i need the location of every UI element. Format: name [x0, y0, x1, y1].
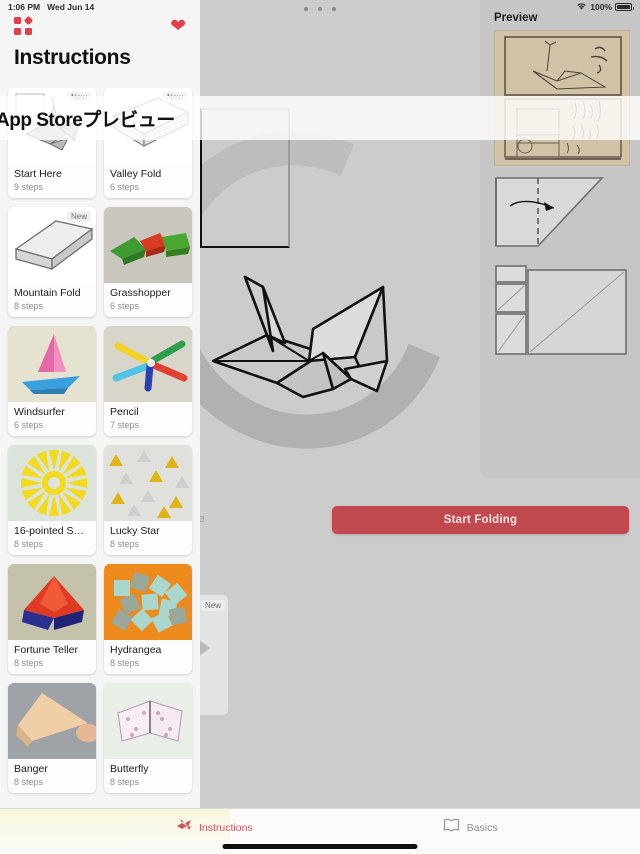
- card-meta: Valley Fold 6 steps: [104, 164, 192, 192]
- card-steps: 6 steps: [14, 420, 44, 430]
- card-meta: Butterfly 8 steps: [104, 759, 192, 787]
- instruction-card[interactable]: Windsurfer 6 steps: [8, 326, 96, 436]
- crane-icon: [176, 818, 192, 837]
- sidebar-header: ❤ Instructions: [0, 0, 200, 70]
- card-steps: 8 steps: [14, 539, 44, 549]
- windsurfer-photo: [8, 326, 96, 402]
- instruction-card[interactable]: Banger 8 steps: [8, 683, 96, 793]
- drag-handle-dots[interactable]: [304, 5, 336, 13]
- card-steps: 6 steps: [110, 301, 140, 311]
- card-steps: 8 steps: [110, 658, 140, 668]
- card-title: Windsurfer: [14, 406, 65, 418]
- preview-panel: Preview: [480, 0, 640, 478]
- card-meta: Hydrangea 8 steps: [104, 640, 192, 668]
- card-meta: Windsurfer 6 steps: [8, 402, 96, 430]
- card-meta: Grasshopper 6 steps: [104, 283, 192, 311]
- card-title: 16-pointed S…: [14, 525, 85, 537]
- card-title: Grasshopper: [110, 287, 171, 299]
- tab-bar: Instructions Basics: [0, 808, 640, 854]
- card-steps: 6 steps: [110, 182, 140, 192]
- card-meta: 16-pointed S… 8 steps: [8, 521, 96, 549]
- app-store-preview-label: App Storeプレビュー: [0, 109, 175, 131]
- card-steps: 8 steps: [14, 301, 44, 311]
- fortune-teller-photo: [8, 564, 96, 640]
- card-meta: Pencil 7 steps: [104, 402, 192, 430]
- fold-diagram-step-2: [494, 264, 630, 356]
- card-steps: 8 steps: [110, 539, 140, 549]
- instruction-card[interactable]: Lucky Star 8 steps: [104, 445, 192, 555]
- tab-instructions[interactable]: Instructions: [176, 818, 253, 837]
- fold-diagram-step-1: [494, 176, 630, 252]
- card-steps: 8 steps: [14, 658, 44, 668]
- instruction-card-grid[interactable]: New Start Here9 stepsNew Valley Fold6 st…: [0, 88, 200, 854]
- card-title: Lucky Star: [110, 525, 160, 537]
- grid-icon[interactable]: [14, 15, 34, 35]
- card-title: Pencil: [110, 406, 139, 418]
- card-meta: Banger 8 steps: [8, 759, 96, 787]
- card-steps: 7 steps: [110, 420, 140, 430]
- card-title: Mountain Fold: [14, 287, 81, 299]
- instruction-card[interactable]: Butterfly 8 steps: [104, 683, 192, 793]
- grasshopper-photo: [104, 207, 192, 283]
- badge-new: New: [66, 211, 91, 222]
- card-title: Hydrangea: [110, 644, 162, 656]
- heart-icon[interactable]: ❤: [170, 17, 186, 36]
- tab-basics[interactable]: Basics: [443, 818, 498, 837]
- preview-title: Preview: [494, 12, 538, 24]
- instruction-card[interactable]: Fortune Teller 8 steps: [8, 564, 96, 674]
- pencil-photo: [104, 326, 192, 402]
- page-title: Instructions: [14, 46, 131, 69]
- instruction-card[interactable]: New Mountain Fold 8 steps: [8, 207, 96, 317]
- card-steps: 8 steps: [110, 777, 140, 787]
- card-title: Butterfly: [110, 763, 149, 775]
- sixteen-point-star-photo: [8, 445, 96, 521]
- card-steps: 8 steps: [14, 777, 44, 787]
- butterfly-photo: [104, 683, 192, 759]
- home-indicator[interactable]: [222, 844, 418, 849]
- card-steps: 9 steps: [14, 182, 44, 192]
- hydrangea-photo: [104, 564, 192, 640]
- card-title: Start Here: [14, 168, 62, 180]
- badge-new: New: [200, 600, 225, 611]
- card-meta: Start Here 9 steps: [8, 164, 96, 192]
- tab-basics-label: Basics: [466, 821, 498, 834]
- app-store-preview-overlay: App Storeプレビュー: [0, 96, 640, 140]
- app-root: le New Preview Start Folding ❤ Instructi…: [0, 0, 640, 854]
- lucky-star-photo: [104, 445, 192, 521]
- book-icon: [443, 818, 460, 837]
- card-title: Banger: [14, 763, 48, 775]
- card-meta: Lucky Star 8 steps: [104, 521, 192, 549]
- start-folding-button[interactable]: Start Folding: [332, 506, 629, 534]
- banger-photo: [8, 683, 96, 759]
- instruction-card[interactable]: Pencil 7 steps: [104, 326, 192, 436]
- instruction-card[interactable]: Grasshopper 6 steps: [104, 207, 192, 317]
- instruction-card[interactable]: Hydrangea 8 steps: [104, 564, 192, 674]
- card-meta: Fortune Teller 8 steps: [8, 640, 96, 668]
- card-title: Valley Fold: [110, 168, 162, 180]
- tab-instructions-label: Instructions: [199, 821, 253, 834]
- card-meta: Mountain Fold 8 steps: [8, 283, 96, 311]
- origami-crane-illustration: [205, 265, 415, 415]
- card-title: Fortune Teller: [14, 644, 79, 656]
- instruction-card[interactable]: 16-pointed S… 8 steps: [8, 445, 96, 555]
